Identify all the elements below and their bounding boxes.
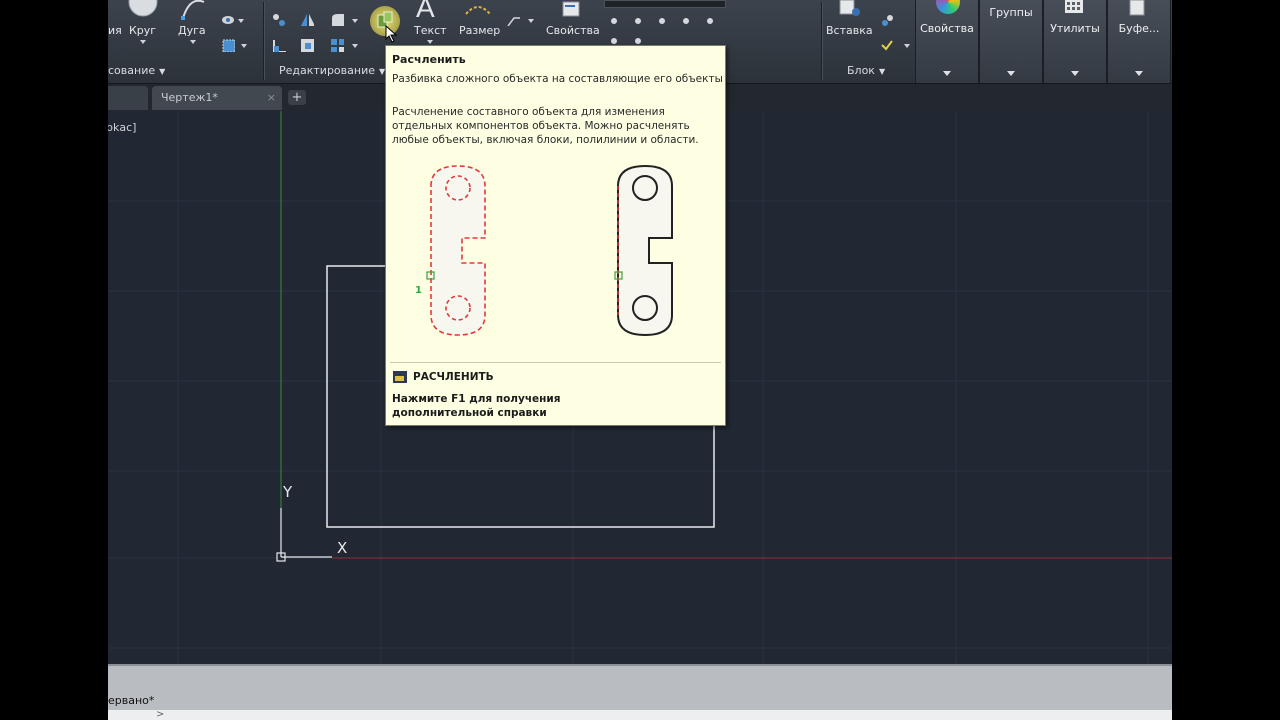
leader-icon[interactable] (506, 12, 520, 26)
leader-dropdown-icon[interactable] (528, 19, 534, 23)
array-icon[interactable] (330, 38, 344, 52)
tooltip-title: Расчленить (392, 53, 466, 66)
exploded-part-illustration (426, 165, 486, 336)
autocad-window: ия Круг Дуга сование ▼ Редактирование ▼ … (108, 0, 1172, 720)
layer-properties-label: Свойства (546, 24, 600, 37)
properties-panel-dropdown-icon (943, 71, 951, 76)
insert-button[interactable]: Вставка (824, 0, 876, 48)
illustration-marker: 1 (415, 285, 422, 296)
arc-dropdown-icon (190, 40, 196, 44)
dimension-label: Размер (459, 24, 501, 37)
layer-tools-icon[interactable] (608, 13, 718, 27)
groups-panel-tab[interactable]: Группы (979, 0, 1043, 83)
clipboard-panel-label: Буфе... (1118, 22, 1160, 35)
close-icon[interactable]: × (267, 86, 276, 110)
mirror-icon[interactable] (300, 12, 314, 26)
draw-truncated-label: ия (108, 24, 122, 37)
draw-panel-label[interactable]: сование ▼ (108, 64, 165, 78)
ucs-y-label: Y (283, 483, 293, 501)
properties-panel-label: Свойства (920, 22, 974, 35)
panel-separator (821, 2, 822, 80)
tab-drawing1-label: Чертеж1* (161, 91, 218, 104)
text-icon: A (416, 0, 435, 23)
arc-icon (181, 0, 205, 20)
layer-properties-button[interactable]: Свойства (544, 0, 600, 48)
tab-drawing1[interactable]: Чертеж1* × (152, 86, 282, 110)
stretch-icon[interactable] (272, 38, 286, 52)
color-wheel-icon (936, 0, 960, 14)
utilities-panel-label: Утилиты (1050, 22, 1100, 35)
scale-icon[interactable] (300, 38, 314, 52)
array-dropdown-icon[interactable] (352, 44, 358, 48)
tooltip-divider (390, 362, 721, 363)
tooltip-help-line1: Нажмите F1 для получения (392, 393, 561, 405)
text-label: Текст (414, 24, 447, 37)
new-tab-button[interactable]: + (288, 90, 306, 105)
utilities-panel-tab[interactable]: Утилиты (1043, 0, 1107, 83)
hatch-dropdown-icon[interactable] (238, 19, 244, 23)
text-button[interactable]: A Текст (410, 0, 450, 48)
layer-dropdown[interactable] (604, 0, 726, 8)
tooltip-summary: Разбивка сложного объекта на составляющи… (392, 73, 723, 85)
block-panel-label[interactable]: Блок ▼ (847, 64, 885, 78)
layer-properties-icon (562, 1, 580, 17)
mouse-cursor-icon (385, 25, 398, 43)
properties-panel-tab[interactable]: Свойства (915, 0, 979, 83)
move-icon[interactable] (272, 13, 286, 27)
groups-panel-dropdown-icon (1007, 71, 1015, 76)
create-block-icon[interactable] (880, 14, 894, 28)
circle-button[interactable]: Круг (124, 0, 162, 50)
ucs-x-label: X (337, 539, 348, 557)
tooltip-illustration (426, 164, 673, 337)
insert-label: Вставка (826, 24, 873, 37)
rectangle-dropdown-icon[interactable] (241, 44, 247, 48)
explode-tooltip: Расчленить Разбивка сложного объекта на … (385, 45, 726, 426)
circle-dropdown-icon (140, 40, 146, 44)
viewport-controls[interactable]: рkас] (108, 121, 136, 134)
explode-command-icon (393, 371, 407, 383)
groups-panel-label: Группы (989, 6, 1033, 19)
fillet-icon[interactable] (330, 12, 344, 26)
circle-icon (128, 0, 158, 17)
clipboard-panel-tab[interactable]: Буфе... (1107, 0, 1171, 83)
calculator-icon (1065, 0, 1083, 13)
fillet-dropdown-icon[interactable] (352, 19, 358, 23)
original-part-illustration (614, 164, 673, 337)
hatch-icon[interactable] (221, 13, 235, 27)
command-line-history: ервано* (108, 664, 1172, 711)
ucs-icon (276, 508, 332, 562)
modify-panel-label[interactable]: Редактирование ▼ (279, 64, 385, 78)
circle-label: Круг (129, 24, 157, 37)
clipboard-icon (1129, 0, 1145, 16)
command-input[interactable]: > (108, 710, 1172, 720)
text-dropdown-icon (427, 40, 433, 44)
utilities-panel-dropdown-icon (1071, 71, 1079, 76)
screen-right-border (1172, 0, 1280, 720)
panel-separator (263, 2, 264, 80)
command-prompt-icon: > (156, 709, 165, 720)
tooltip-command-name: РАСЧЛЕНИТЬ (413, 371, 494, 383)
arc-label: Дуга (178, 24, 206, 37)
insert-icon (839, 0, 860, 16)
tooltip-help-line2: дополнительной справки (392, 407, 547, 419)
tooltip-description: Расчленение составного объекта для измен… (392, 106, 699, 146)
rectangle-icon[interactable] (221, 38, 235, 52)
dimension-icon (465, 6, 491, 15)
block-tools-dropdown-icon[interactable] (904, 44, 910, 48)
command-history-text: ервано* (108, 694, 155, 707)
arc-button[interactable]: Дуга (174, 0, 212, 50)
dimension-button[interactable]: Размер (456, 0, 500, 48)
block-attributes-icon[interactable] (880, 38, 894, 52)
clipboard-panel-dropdown-icon (1135, 71, 1143, 76)
tab-start[interactable] (108, 86, 148, 110)
